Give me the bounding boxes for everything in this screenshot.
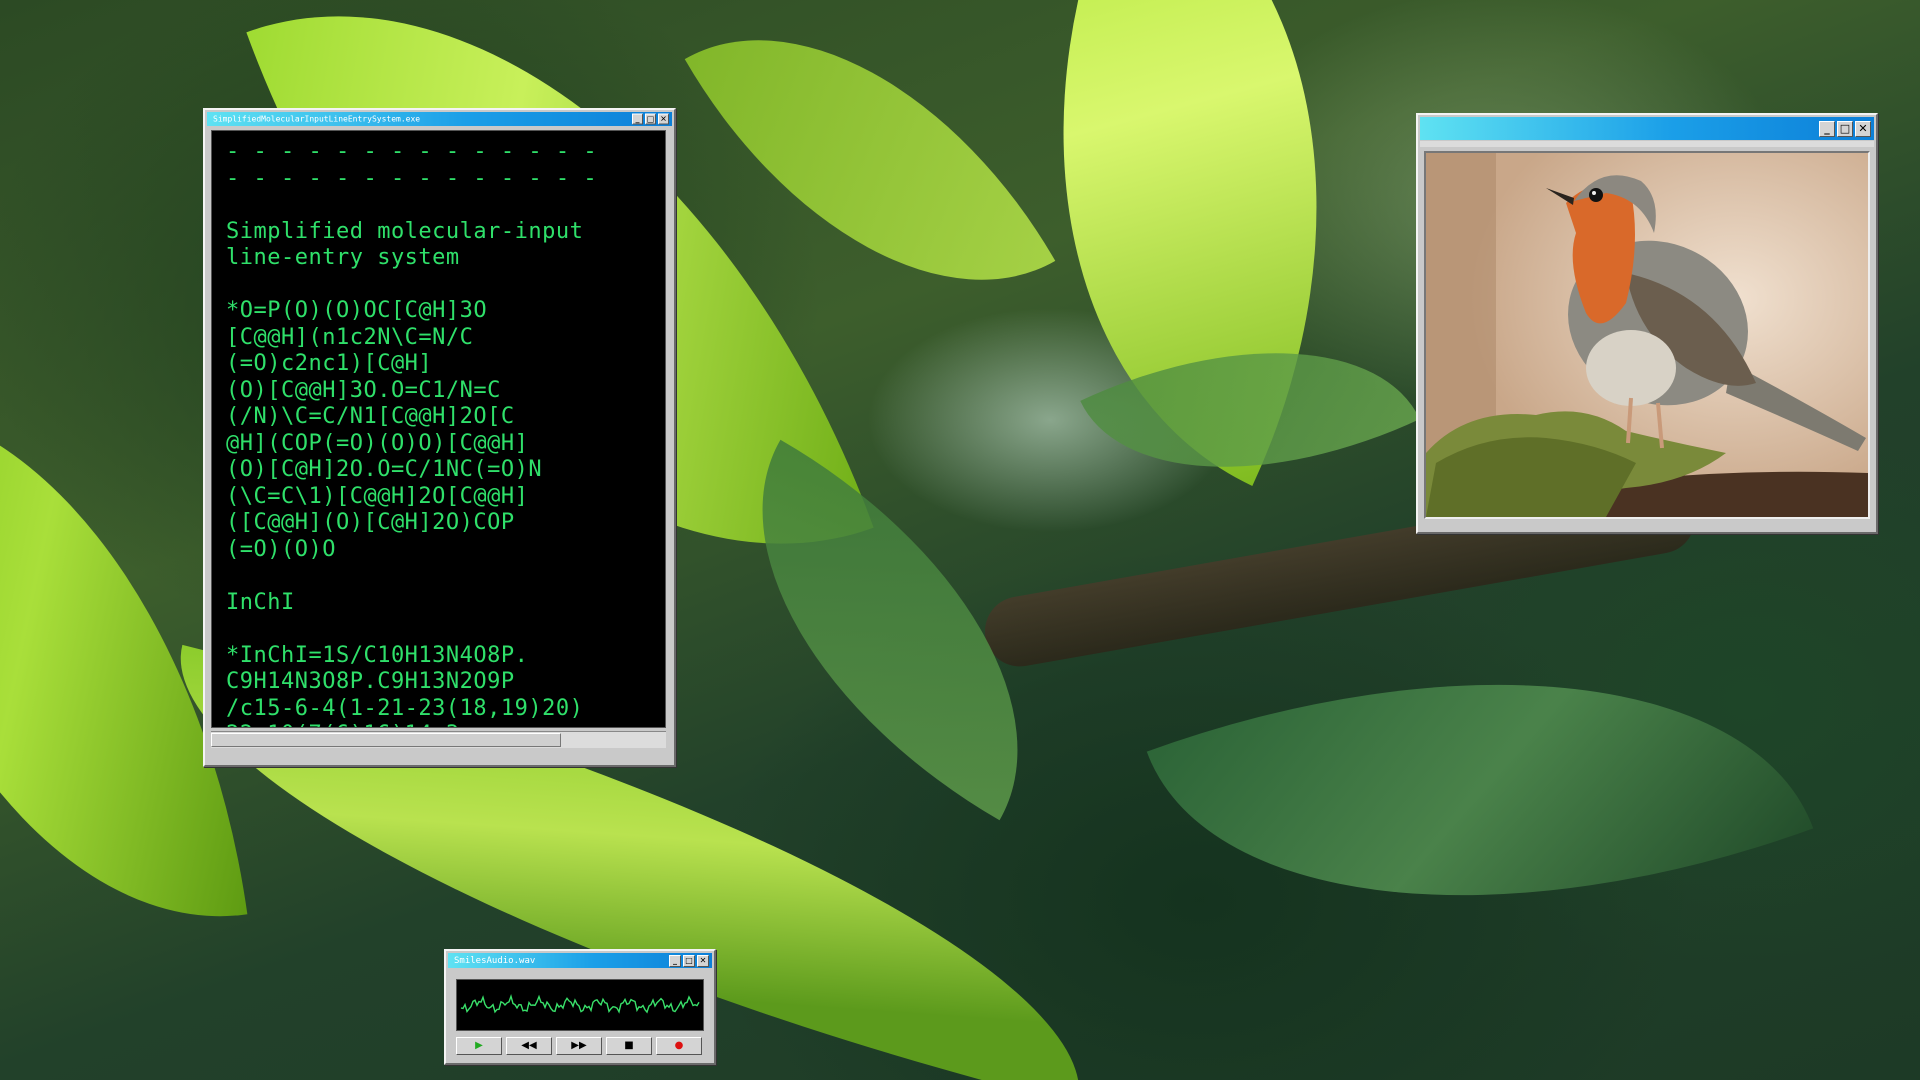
horizontal-scrollbar[interactable] [211,731,666,748]
terminal-line: /c15-6-4(1-21-23(18,19)20) [226,695,584,721]
terminal-line: InChI [226,589,295,615]
terminal-line: 22-10(7(6)16)14-3 [226,722,665,727]
terminal-line: (O)[C@@H]3O.O=C1/N=C [226,377,501,403]
terminal-line: (=O)(O)O [226,536,336,562]
audio-titlebar[interactable]: SmilesAudio.wav _ □ ✕ [448,953,712,968]
audio-window-controls: _ □ ✕ [669,954,709,967]
viewer-window-controls: _ □ ✕ [1819,120,1871,137]
terminal-line: @H](COP(=O)(O)O)[C@@H] [226,430,529,456]
terminal-line: - - - - - - - - - - - - - - [226,139,598,164]
rewind-button[interactable]: ◀◀ [506,1037,552,1055]
terminal-title: SimplifiedMolecularInputLineEntrySystem.… [213,114,421,124]
terminal-line: (=O)c2nc1)[C@H] [226,351,433,376]
maximize-button[interactable]: □ [645,113,656,125]
terminal-line: C9H14N3O8P.C9H13N2O9P [226,669,515,694]
stop-button[interactable]: ■ [606,1037,652,1055]
terminal-line: [C@@H](n1c2N\C=N/C [226,324,474,350]
image-viewer-window[interactable]: _ □ ✕ [1416,113,1878,534]
maximize-button[interactable]: □ [1837,120,1853,137]
terminal-line: ([C@@H](O)[C@H]2O)COP [226,510,515,535]
terminal-window[interactable]: SimplifiedMolecularInputLineEntrySystem.… [203,108,676,767]
viewer-menubar [1420,141,1874,147]
close-button[interactable]: ✕ [697,954,709,967]
terminal-output[interactable]: - - - - - - - - - - - - - -- - - - - - -… [211,130,666,728]
terminal-line: *InChI=1S/C10H13N4O8P. [226,642,529,668]
fast-forward-button[interactable]: ▶▶ [556,1037,602,1055]
scrollbar-thumb[interactable] [211,733,561,747]
terminal-line: Simplified molecular-input [226,218,584,244]
maximize-button[interactable]: □ [683,954,695,967]
waveform-graphic [460,993,700,1014]
waveform-line [460,993,700,1014]
terminal-line: line-entry system [226,245,460,270]
record-button[interactable]: ● [656,1037,702,1055]
close-button[interactable]: ✕ [658,113,669,125]
play-button[interactable]: ▶ [456,1037,502,1055]
terminal-line: (/N)\C=C/N1[C@@H]2O[C [226,404,515,429]
minimize-button[interactable]: _ [669,954,681,967]
terminal-line: - - - - - - - - - - - - - - [226,165,598,191]
terminal-line: (O)[C@H]2O.O=C/1NC(=O)N [226,457,543,482]
terminal-line: (\C=C\1)[C@@H]2O[C@@H] [226,483,529,509]
robin-illustration [1426,153,1868,517]
waveform-display [456,979,704,1031]
robin-photo [1424,151,1870,519]
terminal-window-controls: _ □ ✕ [632,113,669,125]
terminal-line: *O=P(O)(O)OC[C@H]3O [226,298,488,323]
audio-player-window[interactable]: SmilesAudio.wav _ □ ✕ ▶ ◀◀ ▶▶ ■ ● [444,949,716,1065]
audio-title: SmilesAudio.wav [454,955,536,966]
terminal-titlebar[interactable]: SimplifiedMolecularInputLineEntrySystem.… [207,112,672,126]
transport-controls: ▶ ◀◀ ▶▶ ■ ● [456,1037,702,1055]
minimize-button[interactable]: _ [632,113,643,125]
viewer-titlebar[interactable]: _ □ ✕ [1420,117,1874,140]
minimize-button[interactable]: _ [1819,120,1835,137]
close-button[interactable]: ✕ [1855,120,1871,137]
